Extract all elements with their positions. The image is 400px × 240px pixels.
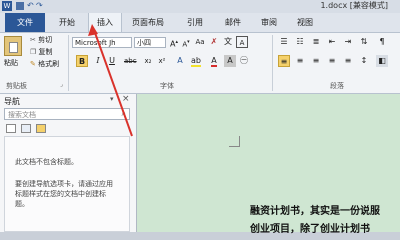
font-color-icon[interactable]: A [208, 55, 220, 67]
paragraph-group-label: 段落 [330, 82, 344, 90]
document-line-1[interactable]: 融资计划书，其实是一份说服 [250, 202, 380, 217]
superscript-icon[interactable]: x² [156, 55, 168, 67]
phonetic-guide-icon[interactable]: 文 [222, 36, 234, 48]
shrink-font-icon[interactable]: A▾ [180, 36, 192, 48]
clear-formatting-icon[interactable]: ✗ [208, 36, 220, 48]
multilevel-list-icon[interactable]: ≣ [310, 36, 322, 48]
sort-icon[interactable]: ⇅ [358, 36, 370, 48]
font-name-value: Microsoft Jh [75, 39, 116, 47]
ribbon-divider [272, 35, 273, 91]
underline-icon[interactable]: U [106, 55, 118, 67]
tab-view[interactable]: 视图 [288, 13, 322, 32]
navigation-pane: 导航 ▾ × 搜索文档 ⌕ 此文档不包含标题。 要创建导航选项卡，请通过应用标题… [0, 94, 137, 232]
brush-icon: ✎ [30, 60, 36, 68]
document-canvas[interactable]: 融资计划书，其实是一份说服 创业项目，除了创业计划书 [137, 94, 400, 235]
redo-icon[interactable]: ↷ [36, 1, 43, 10]
subscript-icon[interactable]: x₂ [142, 55, 154, 67]
enclose-char-icon[interactable]: ㊀ [238, 55, 250, 67]
font-size-value: 小四 [137, 39, 151, 47]
char-shading-icon[interactable]: A [224, 55, 236, 67]
ribbon-divider [68, 35, 69, 91]
close-icon[interactable]: × [122, 94, 130, 104]
undo-icon[interactable]: ↶ [27, 1, 34, 10]
cut-label: 剪切 [38, 36, 53, 44]
show-marks-icon[interactable]: ¶ [376, 36, 388, 48]
format-painter-label: 格式刷 [38, 60, 60, 68]
bold-icon[interactable]: B [76, 55, 88, 67]
strikethrough-icon[interactable]: abc [124, 55, 137, 67]
window-title: 1.docx [兼容模式] [320, 1, 388, 10]
tab-references[interactable]: 引用 [178, 13, 212, 32]
scissors-icon: ✂ [30, 36, 36, 44]
search-icon[interactable]: ⌕ [122, 109, 126, 119]
decrease-indent-icon[interactable]: ⇤ [326, 36, 338, 48]
text-effects-icon[interactable]: A [174, 55, 186, 67]
bullets-icon[interactable]: ☰ [278, 36, 290, 48]
format-painter-button[interactable]: ✎ 格式刷 [30, 59, 59, 69]
grow-font-icon[interactable]: A▴ [168, 36, 180, 49]
tab-review[interactable]: 审阅 [252, 13, 286, 32]
tab-mailings[interactable]: 邮件 [216, 13, 250, 32]
copy-icon: ❐ [30, 48, 37, 56]
change-case-icon[interactable]: Aa [194, 36, 206, 48]
align-left-icon[interactable]: ≡ [278, 55, 290, 67]
pane-options-icon[interactable]: ▾ [110, 95, 114, 103]
save-icon[interactable] [16, 2, 24, 10]
char-border-icon[interactable]: A [236, 36, 248, 48]
copy-button[interactable]: ❐ 复制 [30, 47, 53, 57]
paste-button[interactable]: 粘贴 [4, 58, 18, 68]
margin-corner-mark [229, 136, 240, 147]
document-line-2[interactable]: 创业项目，除了创业计划书 [250, 220, 370, 235]
ribbon-home: 粘贴 ✂ 剪切 ❐ 复制 ✎ 格式刷 剪贴板 ⌟ Microsoft Jh 小四… [0, 33, 400, 94]
word-app-icon: W [2, 1, 12, 11]
tab-insert[interactable]: 插入 [88, 13, 122, 32]
italic-icon[interactable]: I [92, 55, 104, 67]
cut-button[interactable]: ✂ 剪切 [30, 35, 52, 45]
font-group-label: 字体 [160, 82, 174, 90]
justify-icon[interactable]: ≡ [326, 55, 338, 67]
numbering-icon[interactable]: ☷ [294, 36, 306, 48]
ribbon-tabs: 文件 开始 插入 页面布局 引用 邮件 审阅 视图 [0, 13, 400, 33]
headings-view-icon[interactable] [6, 124, 16, 133]
pages-view-icon[interactable] [21, 124, 31, 133]
font-size-dropdown[interactable]: 小四 [134, 37, 166, 48]
increase-indent-icon[interactable]: ⇥ [342, 36, 354, 48]
nav-search-placeholder: 搜索文档 [8, 111, 36, 119]
tab-file[interactable]: 文件 [5, 13, 45, 32]
paste-icon[interactable] [4, 36, 22, 56]
create-headings-hint: 要创建导航选项卡，请通过应用标题样式在您的文档中创建标题。 [15, 180, 113, 208]
nav-results-panel: 此文档不包含标题。 要创建导航选项卡，请通过应用标题样式在您的文档中创建标题。 [4, 136, 130, 232]
title-bar: W ↶ ↷ 1.docx [兼容模式] [0, 0, 400, 13]
font-name-dropdown[interactable]: Microsoft Jh [72, 37, 132, 48]
copy-label: 复制 [38, 48, 53, 56]
results-view-icon[interactable] [36, 124, 46, 133]
distributed-icon[interactable]: ≡ [342, 55, 354, 67]
clipboard-group-label: 剪贴板 [6, 82, 27, 90]
no-headings-message: 此文档不包含标题。 [15, 158, 78, 166]
highlight-icon[interactable]: ab [190, 55, 202, 67]
tab-home[interactable]: 开始 [48, 13, 86, 32]
shading-icon[interactable]: ◧ [376, 55, 388, 67]
align-right-icon[interactable]: ≡ [310, 55, 322, 67]
nav-search-input[interactable]: 搜索文档 ⌕ [4, 108, 130, 120]
nav-pane-title: 导航 [4, 97, 20, 106]
line-spacing-icon[interactable]: ↕ [358, 55, 370, 67]
align-center-icon[interactable]: ≡ [294, 55, 306, 67]
tab-page-layout[interactable]: 页面布局 [122, 13, 174, 32]
dialog-launcher-icon[interactable]: ⌟ [60, 81, 63, 88]
